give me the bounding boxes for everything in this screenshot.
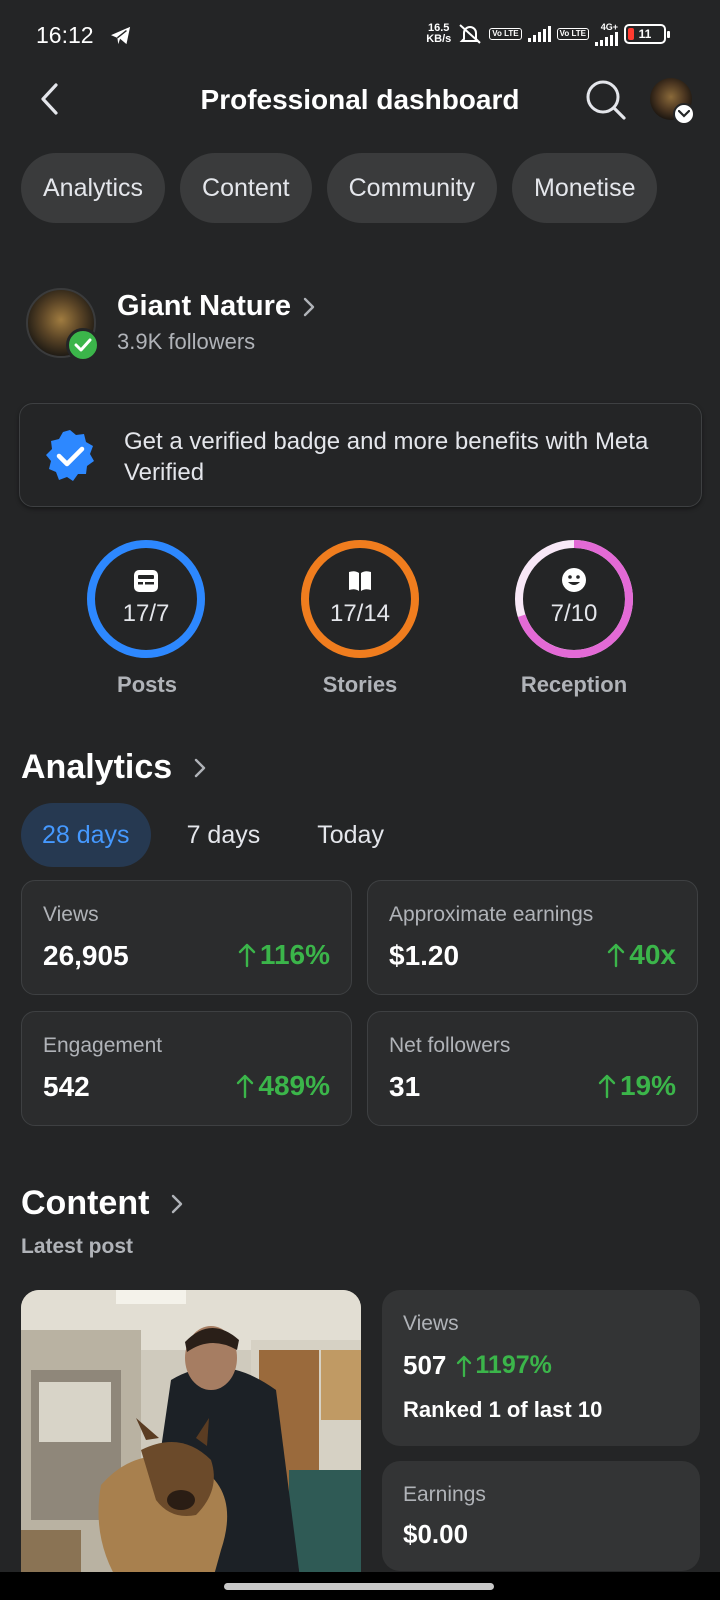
chip-community[interactable]: Community <box>326 153 498 223</box>
content-title: Content <box>21 1184 150 1222</box>
arrow-up-icon <box>598 1074 616 1099</box>
latest-post-thumbnail[interactable] <box>21 1290 361 1586</box>
stat-label: Views <box>43 903 99 926</box>
mute-alarm-icon <box>459 24 481 44</box>
chip-analytics[interactable]: Analytics <box>21 153 166 223</box>
arrow-up-icon <box>608 943 625 968</box>
views-row: 507 1197% <box>403 1350 552 1381</box>
stat-change: 40x <box>607 939 676 971</box>
views-label: Views <box>403 1312 459 1335</box>
content-heading[interactable]: Content <box>21 1184 183 1223</box>
earnings-value: $0.00 <box>403 1519 469 1549</box>
stat-label: Engagement <box>43 1034 163 1057</box>
stat-value: 26,905 <box>43 940 129 971</box>
followers-count: 3.9K followers <box>117 329 256 354</box>
ranked-text: Ranked 1 of last 10 <box>403 1397 603 1422</box>
post-image <box>21 1290 361 1586</box>
stat-change: 19% <box>598 1070 676 1102</box>
arrow-up-icon <box>238 943 256 968</box>
book-icon <box>349 571 371 591</box>
signal-icon-1 <box>527 26 551 42</box>
verified-badge-icon <box>46 430 94 481</box>
stories-label: Stories <box>322 672 398 697</box>
page-name-link[interactable]: Giant Nature <box>117 290 315 323</box>
search-icon[interactable] <box>584 78 628 122</box>
posts-icon <box>134 570 158 592</box>
meta-verified-text: Get a verified badge and more benefits w… <box>124 428 649 486</box>
tab-7-days[interactable]: 7 days <box>166 803 282 867</box>
stories-value: 17/14 <box>329 600 391 627</box>
stat-card-earnings[interactable]: Approximate earnings $1.20 40x <box>367 880 698 995</box>
status-icons: 16.5 KB/s Vo LTE Vo LTE 4G+ 11 <box>426 21 670 46</box>
analytics-heading[interactable]: Analytics <box>21 748 206 787</box>
earnings-label: Earnings <box>403 1483 486 1506</box>
goal-posts[interactable]: 17/7 <box>85 538 207 660</box>
posts-label: Posts <box>117 672 177 697</box>
tab-28-days[interactable]: 28 days <box>21 803 151 867</box>
goal-reception[interactable]: 7/10 <box>513 538 635 660</box>
stat-card-net-followers[interactable]: Net followers 31 19% <box>367 1011 698 1126</box>
net-speed: 16.5 KB/s <box>426 22 452 45</box>
stat-label: Approximate earnings <box>389 903 594 926</box>
views-value: 507 <box>403 1350 447 1380</box>
page-name: Giant Nature <box>117 290 292 322</box>
posts-value: 17/7 <box>122 600 170 627</box>
latest-post-views-card[interactable]: Views 507 1197% Ranked 1 of last 10 <box>382 1290 700 1446</box>
stat-card-views[interactable]: Views 26,905 116% <box>21 880 352 995</box>
stat-card-engagement[interactable]: Engagement 542 489% <box>21 1011 352 1126</box>
section-chips: Analytics Content Community Monetise <box>21 153 658 223</box>
chevron-down-icon[interactable] <box>673 103 695 125</box>
goal-stories[interactable]: 17/14 <box>299 538 421 660</box>
check-badge-icon <box>66 328 100 362</box>
posts-progress-ring <box>87 540 205 658</box>
smiley-icon <box>562 568 586 592</box>
reception-value: 7/10 <box>550 600 598 627</box>
stat-value: $1.20 <box>389 940 460 971</box>
arrow-up-icon <box>237 1074 254 1099</box>
volte-badge-1: Vo LTE <box>489 28 522 40</box>
chevron-right-icon <box>194 758 206 777</box>
volte-badge-2: Vo LTE <box>556 28 589 40</box>
battery-icon: 11 <box>624 24 670 44</box>
status-time: 16:12 <box>36 22 94 48</box>
tab-today[interactable]: Today <box>296 803 405 867</box>
network-type: 4G+ <box>600 21 618 32</box>
arrow-up-icon <box>457 1355 472 1377</box>
chip-content[interactable]: Content <box>180 153 312 223</box>
telegram-icon <box>111 26 131 45</box>
latest-post-earnings-card[interactable]: Earnings $0.00 <box>382 1461 700 1571</box>
chip-monetise[interactable]: Monetise <box>512 153 658 223</box>
stat-change: 116% <box>238 939 330 971</box>
analytics-title: Analytics <box>21 748 173 786</box>
latest-post-label: Latest post <box>21 1235 134 1258</box>
views-change: 1197% <box>456 1351 552 1380</box>
chevron-right-icon <box>172 1194 183 1213</box>
period-tabs: 28 days 7 days Today <box>21 803 420 867</box>
chevron-right-icon <box>303 297 315 316</box>
home-indicator[interactable] <box>224 1583 494 1590</box>
stat-change: 489% <box>236 1070 330 1102</box>
reception-progress-ring <box>515 540 633 658</box>
stat-value: 542 <box>43 1071 90 1102</box>
reception-label: Reception <box>520 672 628 697</box>
stat-value: 31 <box>389 1071 421 1102</box>
stat-label: Net followers <box>389 1034 511 1057</box>
stories-progress-ring <box>301 540 419 658</box>
signal-icon-2 <box>595 31 618 46</box>
